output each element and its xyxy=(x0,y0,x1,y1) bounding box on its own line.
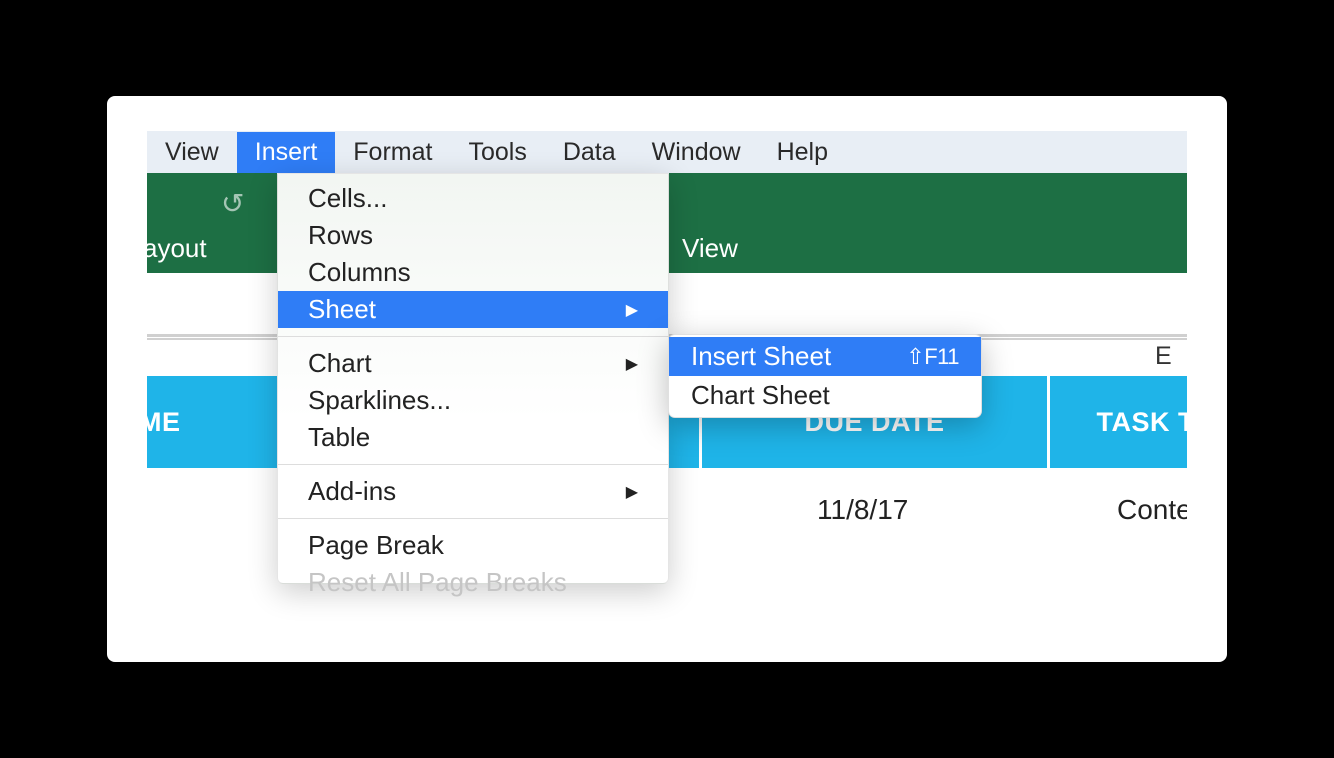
sheet-submenu: Insert Sheet ⇧F11 Chart Sheet xyxy=(668,334,982,418)
menu-window[interactable]: Window xyxy=(634,132,759,173)
menuitem-label: Rows xyxy=(308,220,373,251)
submenu-arrow-icon: ▶ xyxy=(626,354,638,374)
submenu-label: Chart Sheet xyxy=(691,380,830,411)
menuitem-page-break[interactable]: Page Break xyxy=(278,527,668,564)
menubar: View Insert Format Tools Data Window Hel… xyxy=(147,131,1187,173)
menuitem-table[interactable]: Table xyxy=(278,419,668,456)
menuitem-label: Reset All Page Breaks xyxy=(308,567,567,598)
menuitem-chart[interactable]: Chart ▶ xyxy=(278,345,668,382)
menu-insert[interactable]: Insert xyxy=(237,132,336,173)
menu-data[interactable]: Data xyxy=(545,132,634,173)
menu-format[interactable]: Format xyxy=(335,132,450,173)
menu-separator xyxy=(278,464,668,465)
cell-task[interactable]: Conte xyxy=(1117,494,1187,526)
submenu-insert-sheet[interactable]: Insert Sheet ⇧F11 xyxy=(669,337,981,376)
menu-view[interactable]: View xyxy=(147,132,237,173)
undo-icon[interactable]: ↻ xyxy=(221,187,244,220)
menuitem-sparklines[interactable]: Sparklines... xyxy=(278,382,668,419)
header-cell-task: TASK T xyxy=(1050,376,1187,468)
insert-dropdown: Cells... Rows Columns Sheet ▶ Chart ▶ Sp… xyxy=(277,173,669,584)
submenu-chart-sheet[interactable]: Chart Sheet xyxy=(669,376,981,415)
menuitem-label: Sheet xyxy=(308,294,376,325)
menu-help[interactable]: Help xyxy=(759,132,846,173)
ribbon-tab-view[interactable]: View xyxy=(682,233,738,264)
menuitem-label: Cells... xyxy=(308,183,387,214)
menuitem-sheet[interactable]: Sheet ▶ xyxy=(278,291,668,328)
submenu-arrow-icon: ▶ xyxy=(626,300,638,320)
menu-tools[interactable]: Tools xyxy=(450,132,544,173)
keyboard-shortcut: ⇧F11 xyxy=(906,344,959,370)
column-header-e[interactable]: E xyxy=(1155,342,1172,371)
menuitem-rows[interactable]: Rows xyxy=(278,217,668,254)
menuitem-reset-page-breaks: Reset All Page Breaks xyxy=(278,564,668,601)
ribbon-tab-layout[interactable]: ayout xyxy=(147,233,207,264)
header-label-name: ME xyxy=(147,407,181,438)
menuitem-columns[interactable]: Columns xyxy=(278,254,668,291)
menuitem-label: Add-ins xyxy=(308,476,396,507)
cell-due-date[interactable]: 11/8/17 xyxy=(817,494,908,526)
submenu-arrow-icon: ▶ xyxy=(626,482,638,502)
menu-separator xyxy=(278,518,668,519)
menuitem-label: Sparklines... xyxy=(308,385,451,416)
menuitem-label: Columns xyxy=(308,257,411,288)
header-label-task: TASK T xyxy=(1097,407,1188,438)
menuitem-label: Table xyxy=(308,422,370,453)
menuitem-addins[interactable]: Add-ins ▶ xyxy=(278,473,668,510)
menuitem-label: Chart xyxy=(308,348,372,379)
submenu-label: Insert Sheet xyxy=(691,341,831,372)
screenshot-card: View Insert Format Tools Data Window Hel… xyxy=(107,96,1227,662)
menu-separator xyxy=(278,336,668,337)
app-window: View Insert Format Tools Data Window Hel… xyxy=(147,131,1187,622)
menuitem-cells[interactable]: Cells... xyxy=(278,180,668,217)
menuitem-label: Page Break xyxy=(308,530,444,561)
